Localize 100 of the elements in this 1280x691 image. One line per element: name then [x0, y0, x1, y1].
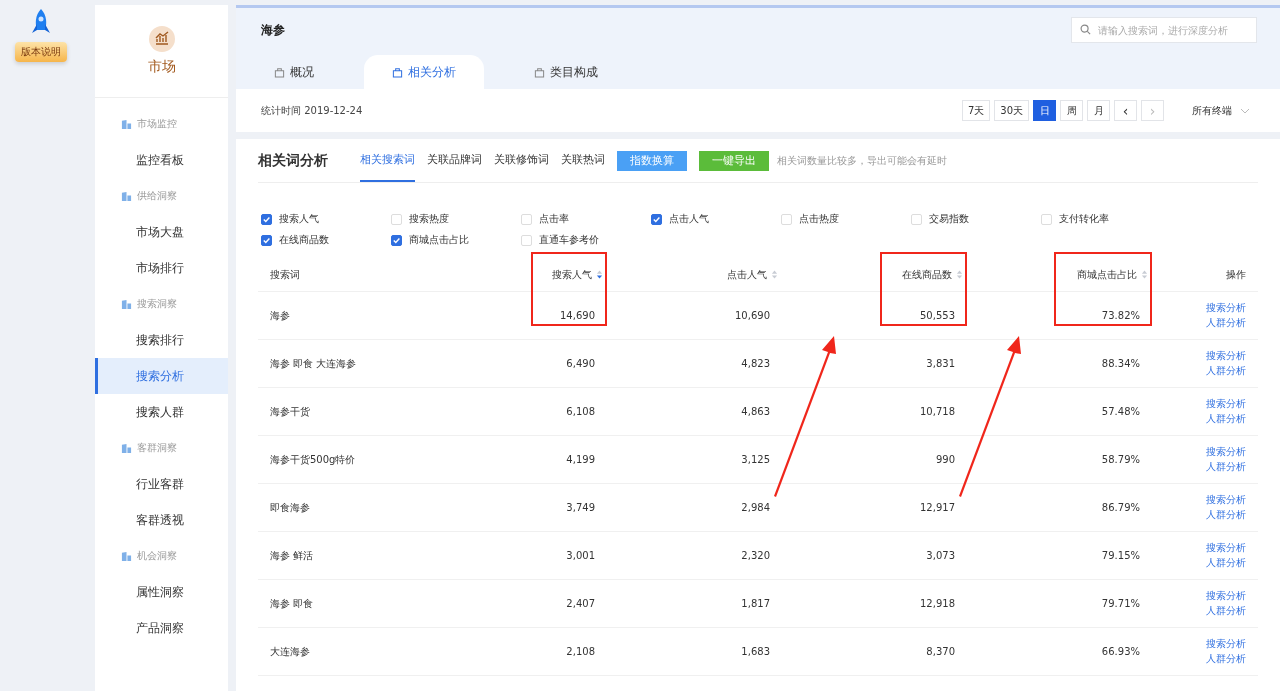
sidebar-item[interactable]: 搜索人群 [95, 394, 228, 430]
table-cell-text: 4,863 [740, 406, 771, 417]
table-cell-text: 海参 即食 大连海参 [269, 356, 358, 371]
table-cell-text: 海参 [269, 308, 291, 323]
action-link[interactable]: 搜索分析 [1206, 541, 1246, 555]
table-cell-text: 海参干货 [269, 404, 311, 419]
column-header[interactable]: 点击人气 [605, 267, 780, 282]
building-icon [121, 298, 132, 310]
table-cell-text: 66.93% [1100, 646, 1141, 657]
action-link[interactable]: 人群分析 [1206, 652, 1246, 666]
action-link[interactable]: 人群分析 [1206, 412, 1246, 426]
metric-checkbox[interactable]: 在线商品数 [261, 234, 391, 247]
metric-checkbox[interactable]: 直通车参考价 [521, 234, 651, 247]
action-link[interactable]: 人群分析 [1206, 508, 1246, 522]
table-cell-text: 2,320 [740, 550, 771, 561]
keyword-title: 海参 [261, 21, 285, 39]
period-button[interactable]: 30天 [994, 100, 1029, 121]
table-cell-text: 1,683 [740, 646, 771, 657]
action-link[interactable]: 搜索分析 [1206, 589, 1246, 603]
table-cell-text: 12,917 [919, 502, 956, 513]
action-link[interactable]: 搜索分析 [1206, 397, 1246, 411]
action-link[interactable]: 搜索分析 [1206, 301, 1246, 315]
tab[interactable]: 关联品牌词 [427, 139, 482, 182]
column-header[interactable]: 搜索人气 [448, 267, 605, 282]
table-cell-text: 73.82% [1100, 310, 1141, 321]
building-icon [121, 550, 132, 562]
table-cell-text: 10,690 [734, 310, 771, 321]
building-icon [121, 118, 132, 130]
tab[interactable]: 概况 [246, 55, 342, 89]
action-link[interactable]: 搜索分析 [1206, 637, 1246, 651]
checkbox[interactable] [261, 235, 272, 246]
table-cell-text: 58.79% [1100, 454, 1141, 465]
chevron-down-icon [1240, 107, 1250, 114]
table-cell-text: 6,490 [565, 358, 596, 369]
search-icon [1080, 24, 1091, 35]
sidebar-item[interactable]: 产品洞察 [95, 610, 228, 646]
sidebar-item[interactable]: 市场大盘 [95, 214, 228, 250]
sidebar-item[interactable]: 客群透视 [95, 502, 228, 538]
period-button[interactable]: 月 [1087, 100, 1110, 121]
building-icon [121, 190, 132, 202]
sidebar-item[interactable]: 搜索排行 [95, 322, 228, 358]
table-cell-text: 8,370 [925, 646, 956, 657]
period-button[interactable]: 日 [1033, 100, 1056, 121]
column-header[interactable]: 商城点击占比 [965, 267, 1150, 282]
table-cell-text: 2,984 [740, 502, 771, 513]
metric-checkbox[interactable]: 商城点击占比 [391, 234, 521, 247]
checkbox[interactable] [261, 214, 272, 225]
metric-checkbox[interactable]: 点击热度 [781, 213, 911, 226]
building-icon [121, 442, 132, 454]
table-cell-text: 990 [934, 454, 956, 465]
action-link[interactable]: 搜索分析 [1206, 349, 1246, 363]
table-cell-text: 4,823 [740, 358, 771, 369]
bag-icon [274, 66, 285, 78]
metric-checkbox[interactable]: 支付转化率 [1041, 213, 1171, 226]
sidebar-item[interactable]: 属性洞察 [95, 574, 228, 610]
version-badge[interactable]: 版本说明 [14, 42, 67, 62]
sidebar-group-label: 搜索洞察 [137, 297, 177, 311]
sidebar-item[interactable]: 市场排行 [95, 250, 228, 286]
previous-button[interactable]: ‹ [1114, 100, 1137, 121]
terminal-dropdown[interactable]: 所有终端 [1192, 103, 1250, 118]
action-link[interactable]: 人群分析 [1206, 604, 1246, 618]
metric-checkbox[interactable]: 点击人气 [651, 213, 781, 226]
panel-title: 相关词分析 [258, 151, 328, 170]
search-field[interactable]: 请输入搜索词，进行深度分析 [1071, 17, 1257, 43]
sidebar-group-label: 供给洞察 [137, 189, 177, 203]
column-header[interactable]: 在线商品数 [780, 267, 965, 282]
metric-checkbox[interactable]: 交易指数 [911, 213, 1041, 226]
checkbox[interactable] [391, 235, 402, 246]
table-cell-text: 3,831 [925, 358, 956, 369]
bag-icon [534, 66, 545, 78]
table-cell-text: 2,407 [565, 598, 596, 609]
column-header: 搜索词 [269, 267, 301, 282]
sidebar-group-label: 市场监控 [137, 117, 177, 131]
tab[interactable]: 类目构成 [506, 55, 626, 89]
period-button[interactable]: 周 [1060, 100, 1083, 121]
table-cell-text: 海参 鲜活 [269, 548, 315, 563]
tab[interactable]: 相关搜索词 [360, 139, 415, 182]
tab[interactable]: 关联修饰词 [494, 139, 549, 182]
table-cell-text: 大连海参 [269, 644, 311, 659]
action-link[interactable]: 人群分析 [1206, 556, 1246, 570]
action-link[interactable]: 人群分析 [1206, 460, 1246, 474]
checkbox[interactable] [651, 214, 662, 225]
sidebar-item[interactable]: 搜索分析 [95, 358, 228, 394]
table-cell-text: 6,108 [565, 406, 596, 417]
metric-checkbox[interactable]: 搜索热度 [391, 213, 521, 226]
action-link[interactable]: 人群分析 [1206, 364, 1246, 378]
metric-checkbox[interactable]: 搜索人气 [261, 213, 391, 226]
action-link[interactable]: 搜索分析 [1206, 445, 1246, 459]
sort-icon[interactable] [596, 269, 603, 280]
table-cell-text: 14,690 [559, 310, 596, 321]
period-button[interactable]: 7天 [961, 100, 991, 121]
action-link[interactable]: 搜索分析 [1206, 493, 1246, 507]
action-link[interactable]: 人群分析 [1206, 316, 1246, 330]
table-cell-text: 2,108 [565, 646, 596, 657]
sidebar-item[interactable]: 行业客群 [95, 466, 228, 502]
metric-checkbox[interactable]: 点击率 [521, 213, 651, 226]
tab[interactable]: 关联热词 [561, 139, 605, 182]
tab[interactable]: 相关分析 [364, 55, 484, 89]
sidebar-item[interactable]: 监控看板 [95, 142, 228, 178]
table-cell-text: 3,001 [565, 550, 596, 561]
